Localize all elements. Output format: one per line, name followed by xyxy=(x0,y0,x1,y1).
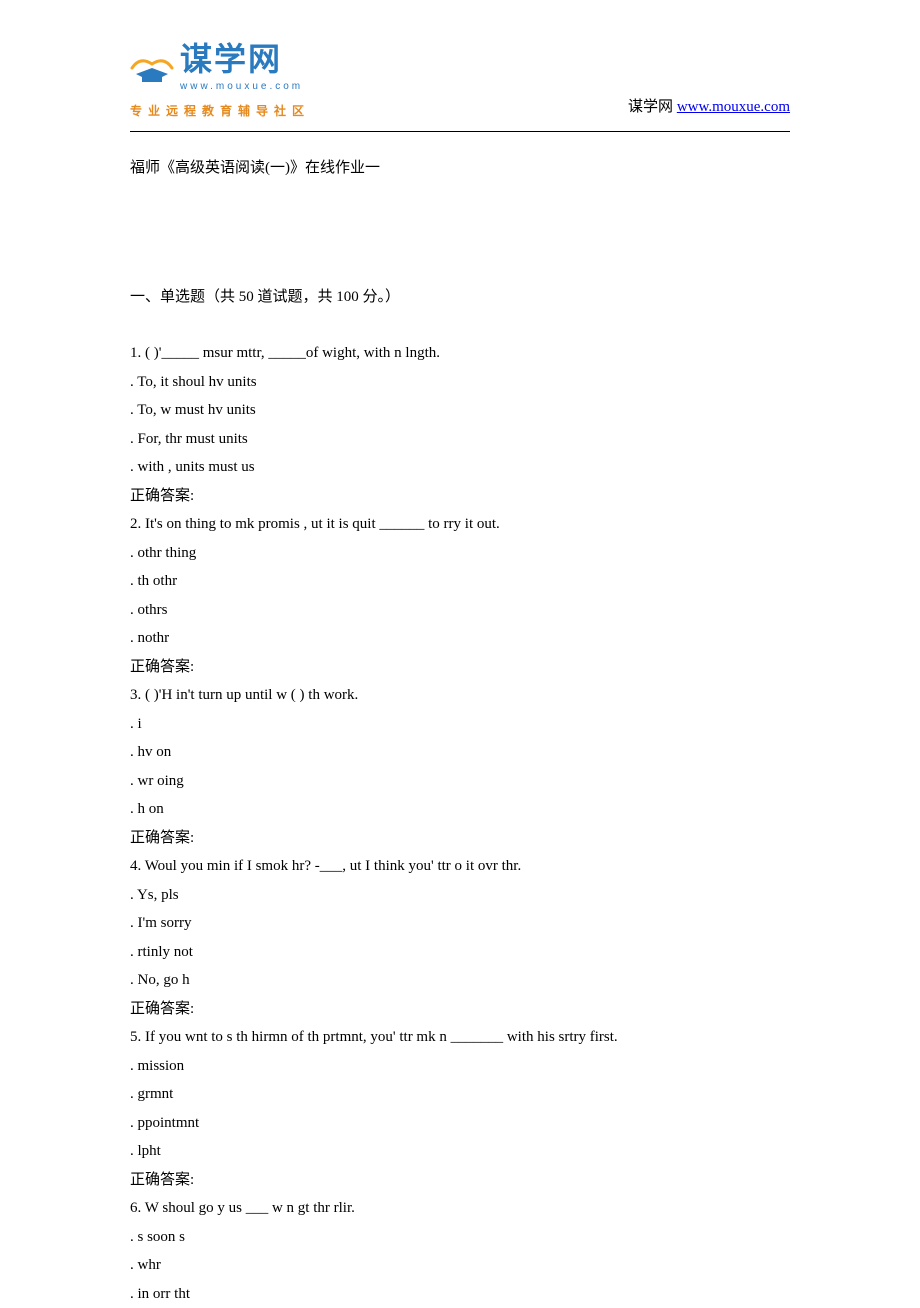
question-option: . ppointmnt xyxy=(130,1109,790,1138)
header-site-name: 谋学网 xyxy=(628,99,677,115)
question-5: 5. If you wnt to s th hirmn of th prtmnt… xyxy=(130,1023,790,1194)
logo-name-cn: 谋学网 xyxy=(180,43,303,75)
logo-text: 谋学网 www.mouxue.com xyxy=(180,43,303,96)
logo-domain: www.mouxue.com xyxy=(180,77,303,96)
logo-top-row: 谋学网 www.mouxue.com xyxy=(130,43,303,96)
question-1: 1. ( )'_____ msur mttr, _____of wight, w… xyxy=(130,339,790,510)
question-option: . mission xyxy=(130,1052,790,1081)
question-option: . hv on xyxy=(130,738,790,767)
answer-label: 正确答案: xyxy=(130,1166,790,1195)
question-option: . with , units must us xyxy=(130,453,790,482)
answer-label: 正确答案: xyxy=(130,653,790,682)
question-6: 6. W shoul go y us ___ w n gt thr rlir. … xyxy=(130,1194,790,1308)
question-option: . wr oing xyxy=(130,767,790,796)
question-option: . othr thing xyxy=(130,539,790,568)
question-3: 3. ( )'H in't turn up until w ( ) th wor… xyxy=(130,681,790,852)
question-option: . whr xyxy=(130,1251,790,1280)
answer-label: 正确答案: xyxy=(130,824,790,853)
question-option: . s soon s xyxy=(130,1223,790,1252)
question-stem: 1. ( )'_____ msur mttr, _____of wight, w… xyxy=(130,339,790,368)
document-page: 谋学网 www.mouxue.com 专业远程教育辅导社区 谋学网 www.mo… xyxy=(0,0,920,1308)
question-2: 2. It's on thing to mk promis , ut it is… xyxy=(130,510,790,681)
question-option: . To, w must hv units xyxy=(130,396,790,425)
question-option: . Ys, pls xyxy=(130,881,790,910)
question-stem: 2. It's on thing to mk promis , ut it is… xyxy=(130,510,790,539)
answer-label: 正确答案: xyxy=(130,995,790,1024)
question-option: . i xyxy=(130,710,790,739)
question-option: . nothr xyxy=(130,624,790,653)
question-option: . I'm sorry xyxy=(130,909,790,938)
section-heading: 一、单选题（共 50 道试题，共 100 分。） xyxy=(130,283,790,312)
question-option: . To, it shoul hv units xyxy=(130,368,790,397)
document-title: 福师《高级英语阅读(一)》在线作业一 xyxy=(130,154,790,183)
header-right: 谋学网 www.mouxue.com xyxy=(628,93,790,124)
question-stem: 4. Woul you min if I smok hr? -___, ut I… xyxy=(130,852,790,881)
question-option: . rtinly not xyxy=(130,938,790,967)
question-4: 4. Woul you min if I smok hr? -___, ut I… xyxy=(130,852,790,1023)
header-site-link[interactable]: www.mouxue.com xyxy=(677,99,790,115)
question-option: . For, thr must units xyxy=(130,425,790,454)
header-divider xyxy=(130,131,790,132)
answer-label: 正确答案: xyxy=(130,482,790,511)
question-stem: 3. ( )'H in't turn up until w ( ) th wor… xyxy=(130,681,790,710)
question-option: . h on xyxy=(130,795,790,824)
question-stem: 6. W shoul go y us ___ w n gt thr rlir. xyxy=(130,1194,790,1223)
question-option: . grmnt xyxy=(130,1080,790,1109)
logo-tagline: 专业远程教育辅导社区 xyxy=(130,100,310,123)
question-option: . lpht xyxy=(130,1137,790,1166)
site-logo: 谋学网 www.mouxue.com 专业远程教育辅导社区 xyxy=(130,43,310,123)
page-header: 谋学网 www.mouxue.com 专业远程教育辅导社区 谋学网 www.mo… xyxy=(130,55,790,123)
question-option: . othrs xyxy=(130,596,790,625)
question-option: . th othr xyxy=(130,567,790,596)
question-option: . in orr tht xyxy=(130,1280,790,1308)
question-option: . No, go h xyxy=(130,966,790,995)
logo-icon xyxy=(130,54,174,86)
question-stem: 5. If you wnt to s th hirmn of th prtmnt… xyxy=(130,1023,790,1052)
